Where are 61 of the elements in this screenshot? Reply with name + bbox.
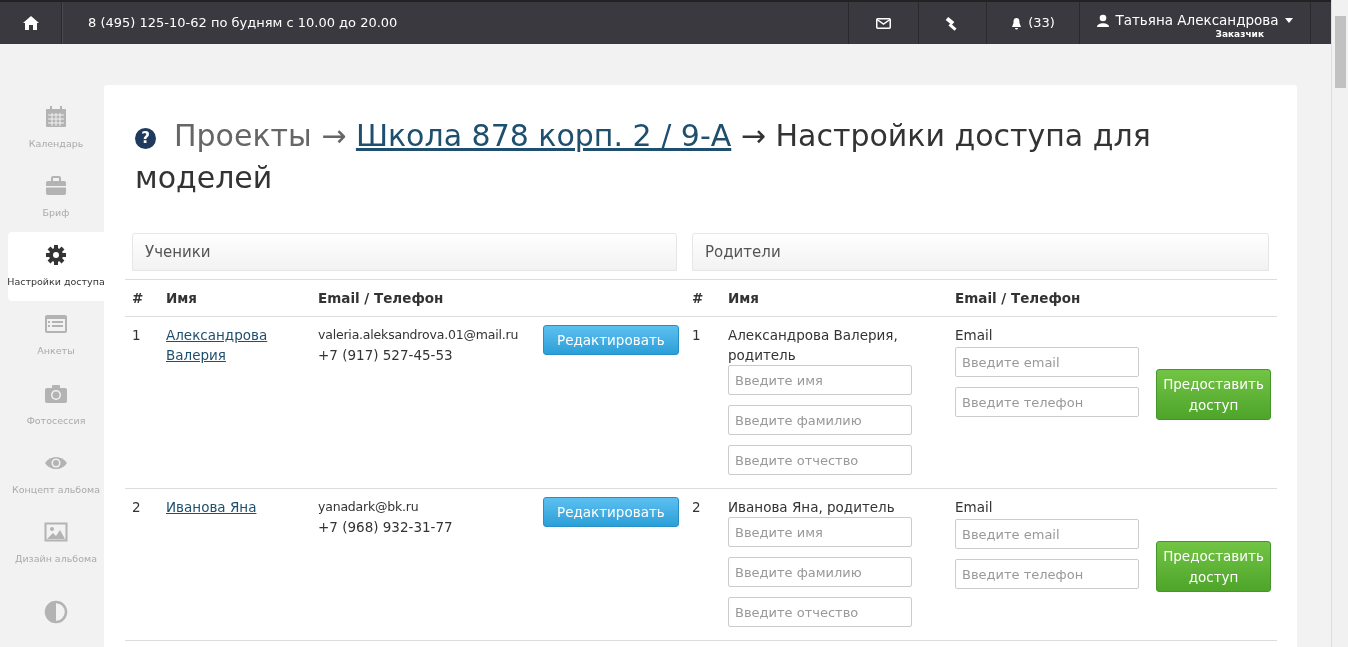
user-name: Татьяна Александрова xyxy=(1115,11,1279,30)
scrollbar[interactable] xyxy=(1331,0,1348,647)
column-header: Email / Телефон xyxy=(955,289,1081,306)
grant-access-button[interactable]: Предоставить доступ xyxy=(1156,369,1271,420)
input-field[interactable]: Введите email xyxy=(955,519,1139,549)
input-field[interactable]: Введите телефон xyxy=(955,559,1139,589)
user-role: Заказчик xyxy=(1215,28,1264,42)
user-icon xyxy=(1097,13,1110,27)
column-header: Имя xyxy=(166,289,197,306)
sidebar-item[interactable]: Концепт альбома xyxy=(8,439,104,509)
column-header: Email / Телефон xyxy=(318,289,444,306)
parent-name: Александрова Валерия, родитель xyxy=(728,326,899,365)
column-header: # xyxy=(132,289,144,306)
phone-text: 8 (495) 125-10-62 по будням с 10.00 до 20.00 xyxy=(88,14,398,33)
student-name-link[interactable]: Иванова Яна xyxy=(166,497,304,517)
phone-text: +7 (917) 527-45-53 xyxy=(318,346,454,365)
email-label: Email xyxy=(955,498,994,517)
input-field[interactable]: Введите отчество xyxy=(728,445,912,475)
email-text: valeria.aleksandrova.01@mail.ru xyxy=(318,326,520,344)
grant-access-button[interactable]: Предоставить доступ xyxy=(1156,541,1271,592)
row-number: 2 xyxy=(132,499,141,515)
calendar-icon xyxy=(44,104,68,129)
sidebar-item[interactable]: Анкеты xyxy=(8,300,104,370)
sidebar-item[interactable]: Настройки доступа xyxy=(8,231,104,301)
column-header: # xyxy=(692,289,704,306)
mail-icon xyxy=(876,17,891,29)
section-header: Ученики xyxy=(132,233,677,271)
section-header: Родители xyxy=(692,233,1269,271)
sidebar-item[interactable]: Календарь xyxy=(8,93,104,163)
input-field[interactable]: Введите email xyxy=(955,347,1139,377)
input-field[interactable]: Введите телефон xyxy=(955,387,1139,417)
breadcrumb-link[interactable]: Школа 878 корп. 2 / 9-А xyxy=(355,118,732,153)
email-label: Email xyxy=(955,326,994,345)
input-field[interactable]: Введите фамилию xyxy=(728,557,912,587)
phone-text: +7 (968) 932-31-77 xyxy=(318,518,454,537)
notifications-link[interactable]: (33) xyxy=(986,2,1079,44)
home-icon xyxy=(21,15,40,31)
gear-icon xyxy=(44,243,68,267)
sidebar-item[interactable]: Бриф xyxy=(8,162,104,232)
input-field[interactable]: Введите отчество xyxy=(728,597,912,627)
row-number: 1 xyxy=(132,327,141,343)
email-text: yanadark@bk.ru xyxy=(318,498,420,516)
user-menu[interactable]: Татьяна Александрова Заказчик xyxy=(1079,2,1311,44)
parent-name: Иванова Яна, родитель xyxy=(728,498,896,517)
column-header: Имя xyxy=(728,289,759,306)
half-circle-icon xyxy=(44,600,68,625)
image-icon xyxy=(44,520,68,544)
edit-button[interactable]: Редактировать xyxy=(543,325,679,355)
input-field[interactable]: Введите имя xyxy=(728,517,912,547)
row-number: 1 xyxy=(692,327,701,343)
help-icon[interactable]: ? xyxy=(135,128,156,149)
input-field[interactable]: Введите фамилию xyxy=(728,405,912,435)
input-field[interactable]: Введите имя xyxy=(728,365,912,395)
row-number: 2 xyxy=(692,499,701,515)
bell-icon xyxy=(1011,16,1023,30)
edit-button[interactable]: Редактировать xyxy=(543,497,679,527)
briefcase-icon xyxy=(44,173,68,198)
student-name-link[interactable]: Александрова Валерия xyxy=(166,325,304,365)
sidebar-item[interactable]: Фотосессия xyxy=(8,370,104,440)
caret-icon xyxy=(1284,17,1293,23)
sidebar-item[interactable]: Дизайн альбома xyxy=(8,508,104,578)
